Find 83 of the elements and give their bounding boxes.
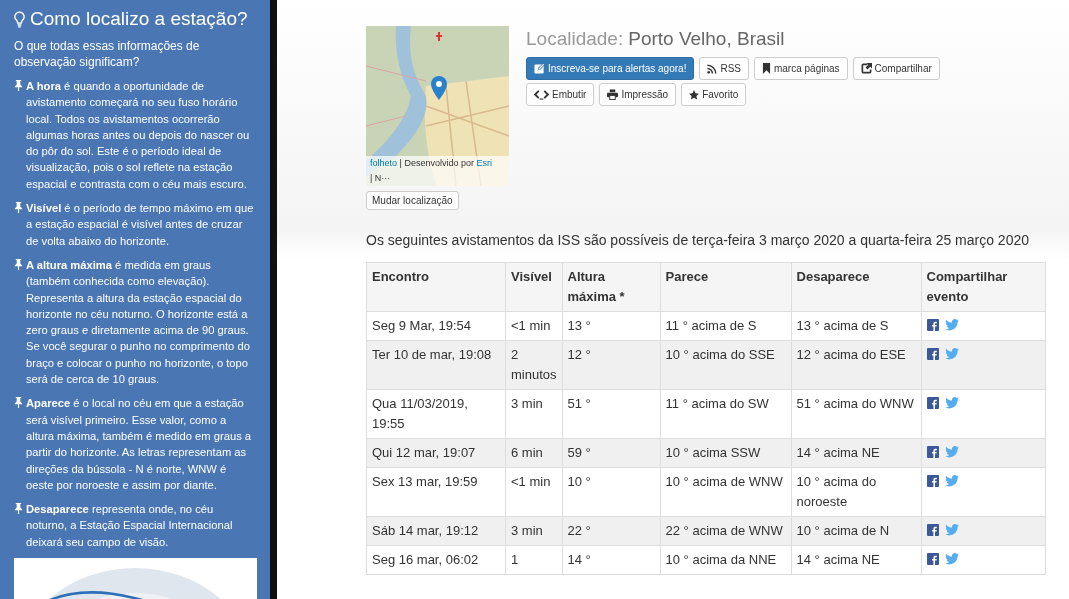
explanation-text: A altura máxima é medida em graus (também conhecida como elevação). Representa a altura da estação espacial do horizonte no céu noturno. O horizonte está a zero graus e diretamente acima de 90 graus. Se você segurar o punho no comprimento do braço e colocar o punho no horizonte, o topo será de cerca de 10 graus. bbox=[26, 257, 251, 388]
attribution-text: | Desenvolvido por bbox=[399, 158, 474, 168]
explanation-text: A hora é quando a oportunidade de avistamento começará no seu fuso horário local. Todos os avistamentos ocorrerão algumas horas antes ou depois do nascer ou do pôr do sol. Este é o período ideal de visualização, pois o sol reflete na estação espacial e contrasta com o céu mais escuro. bbox=[26, 79, 251, 192]
column-header: Encontro bbox=[366, 262, 506, 312]
table-cell: 12 ° acima do ESE bbox=[791, 340, 922, 390]
favorite-button[interactable]: Favorito bbox=[681, 83, 747, 106]
table-cell: 22 ° acima de WNW bbox=[660, 516, 792, 546]
explanation-text: Visível é o período de tempo máximo em que a estação espacial é visível antes de cruzar de volta abaixo do horizonte. bbox=[26, 201, 255, 249]
table-cell: 14 ° acima NE bbox=[791, 545, 922, 575]
table-cell: 14 ° acima NE bbox=[791, 438, 922, 468]
date-range-text: Os seguintes avistamentos da ISS são possíveis de terça-feira 3 março 2020 a quarta-feira 25 março 2020 bbox=[366, 232, 1031, 248]
facebook-icon[interactable] bbox=[926, 446, 939, 458]
table-cell: 14 ° bbox=[562, 545, 661, 575]
bookmark-icon bbox=[761, 63, 771, 74]
print-button[interactable]: Impressão bbox=[599, 83, 677, 106]
table-cell: 10 ° acima de N bbox=[791, 516, 922, 546]
table-cell: <1 min bbox=[505, 311, 563, 341]
esri-link[interactable]: Esri bbox=[476, 158, 492, 168]
table-cell: 59 ° bbox=[562, 438, 661, 468]
attribution-text: | N··· bbox=[370, 173, 391, 183]
embed-button[interactable]: Embutir bbox=[526, 83, 595, 106]
location-name: Porto Velho, Brasil bbox=[628, 28, 785, 50]
table-cell: 10 ° acima do SSE bbox=[660, 340, 792, 390]
table-cell: 10 ° bbox=[562, 467, 661, 517]
table-cell: Sáb 14 mar, 19:12 bbox=[366, 516, 506, 546]
column-header: Compartilhar evento bbox=[921, 262, 1046, 312]
table-cell: 51 ° acima do WNW bbox=[791, 389, 922, 439]
share-icon bbox=[860, 63, 872, 74]
pin-icon bbox=[14, 202, 23, 214]
explanation-text: Aparece é o local no céu em que a estação será visível primeiro. Esse valor, como a altura máxima, também é medido em graus a partir do horizonte. As letras representam as direções da bússola - N é norte, WNW é oeste por noroeste e assim por diante. bbox=[26, 396, 253, 493]
table-cell: 13 ° acima de S bbox=[791, 311, 922, 341]
change-location-button[interactable]: Mudar localização bbox=[366, 191, 459, 210]
facebook-icon[interactable] bbox=[926, 553, 939, 565]
sidebar-title: Como localizo a estação? bbox=[30, 8, 248, 30]
table-cell: 10 ° acima SSW bbox=[660, 438, 792, 468]
share-button[interactable]: Compartilhar bbox=[852, 57, 940, 80]
table-cell: 1 bbox=[505, 545, 563, 575]
pin-icon bbox=[14, 397, 23, 409]
facebook-icon[interactable] bbox=[926, 397, 939, 409]
explanation-text: Desaparece representa onde, no céu noturno, a Estação Espacial Internacional deixará seu campo de visão. bbox=[26, 502, 234, 550]
table-cell: 51 ° bbox=[562, 389, 661, 439]
table-cell: 3 min bbox=[505, 516, 563, 546]
table-cell: <1 min bbox=[505, 467, 563, 517]
pin-icon bbox=[14, 503, 23, 515]
table-cell: 12 ° bbox=[562, 340, 661, 390]
table-cell: Sex 13 mar, 19:59 bbox=[366, 467, 506, 517]
rss-button[interactable]: RSS bbox=[699, 57, 749, 80]
intro-text: O que todas essas informações de observação significam? bbox=[14, 38, 201, 70]
bookmark-button[interactable]: marca páginas bbox=[753, 57, 848, 80]
table-cell: Qua 11/03/2019, 19:55 bbox=[366, 389, 506, 439]
location-label: Localidade: bbox=[526, 28, 624, 50]
table-cell: 10 ° acima do noroeste bbox=[791, 467, 922, 517]
table-cell: Seg 16 mar, 06:02 bbox=[366, 545, 506, 575]
star-icon bbox=[689, 89, 700, 100]
facebook-icon[interactable] bbox=[926, 524, 939, 536]
column-header: Visível bbox=[505, 262, 563, 312]
table-cell: 10 ° acima de WNW bbox=[660, 467, 792, 517]
column-header: Altura máxima * bbox=[562, 262, 661, 312]
rss-icon bbox=[707, 63, 718, 74]
table-cell: 11 ° acima do SW bbox=[660, 389, 792, 439]
table-cell: 6 min bbox=[505, 438, 563, 468]
table-cell: Ter 10 de mar, 19:08 bbox=[366, 340, 506, 390]
table-cell: 11 ° acima de S bbox=[660, 311, 792, 341]
table-cell: Qui 12 mar, 19:07 bbox=[366, 438, 506, 468]
edit-icon bbox=[534, 63, 545, 74]
table-cell: 13 ° bbox=[562, 311, 661, 341]
table-cell: 3 min bbox=[505, 389, 563, 439]
table-cell: 10 ° acima da NNE bbox=[660, 545, 792, 575]
printer-icon bbox=[607, 89, 619, 100]
table-cell: 22 ° bbox=[562, 516, 661, 546]
pin-icon bbox=[14, 258, 23, 270]
facebook-icon[interactable] bbox=[926, 348, 939, 360]
column-header: Desaparece bbox=[791, 262, 922, 312]
column-header: Parece bbox=[660, 262, 792, 312]
leaflet-link[interactable]: folheto bbox=[370, 158, 398, 168]
subscribe-button[interactable]: Inscreva-se para alertas agora! bbox=[526, 57, 695, 80]
facebook-icon[interactable] bbox=[926, 475, 939, 487]
pin-icon bbox=[14, 80, 23, 91]
table-cell: Seg 9 Mar, 19:54 bbox=[366, 311, 506, 341]
facebook-icon[interactable] bbox=[926, 319, 939, 331]
lightbulb-icon bbox=[14, 10, 25, 28]
table-cell: 2 minutos bbox=[505, 340, 563, 390]
code-icon bbox=[534, 89, 549, 100]
